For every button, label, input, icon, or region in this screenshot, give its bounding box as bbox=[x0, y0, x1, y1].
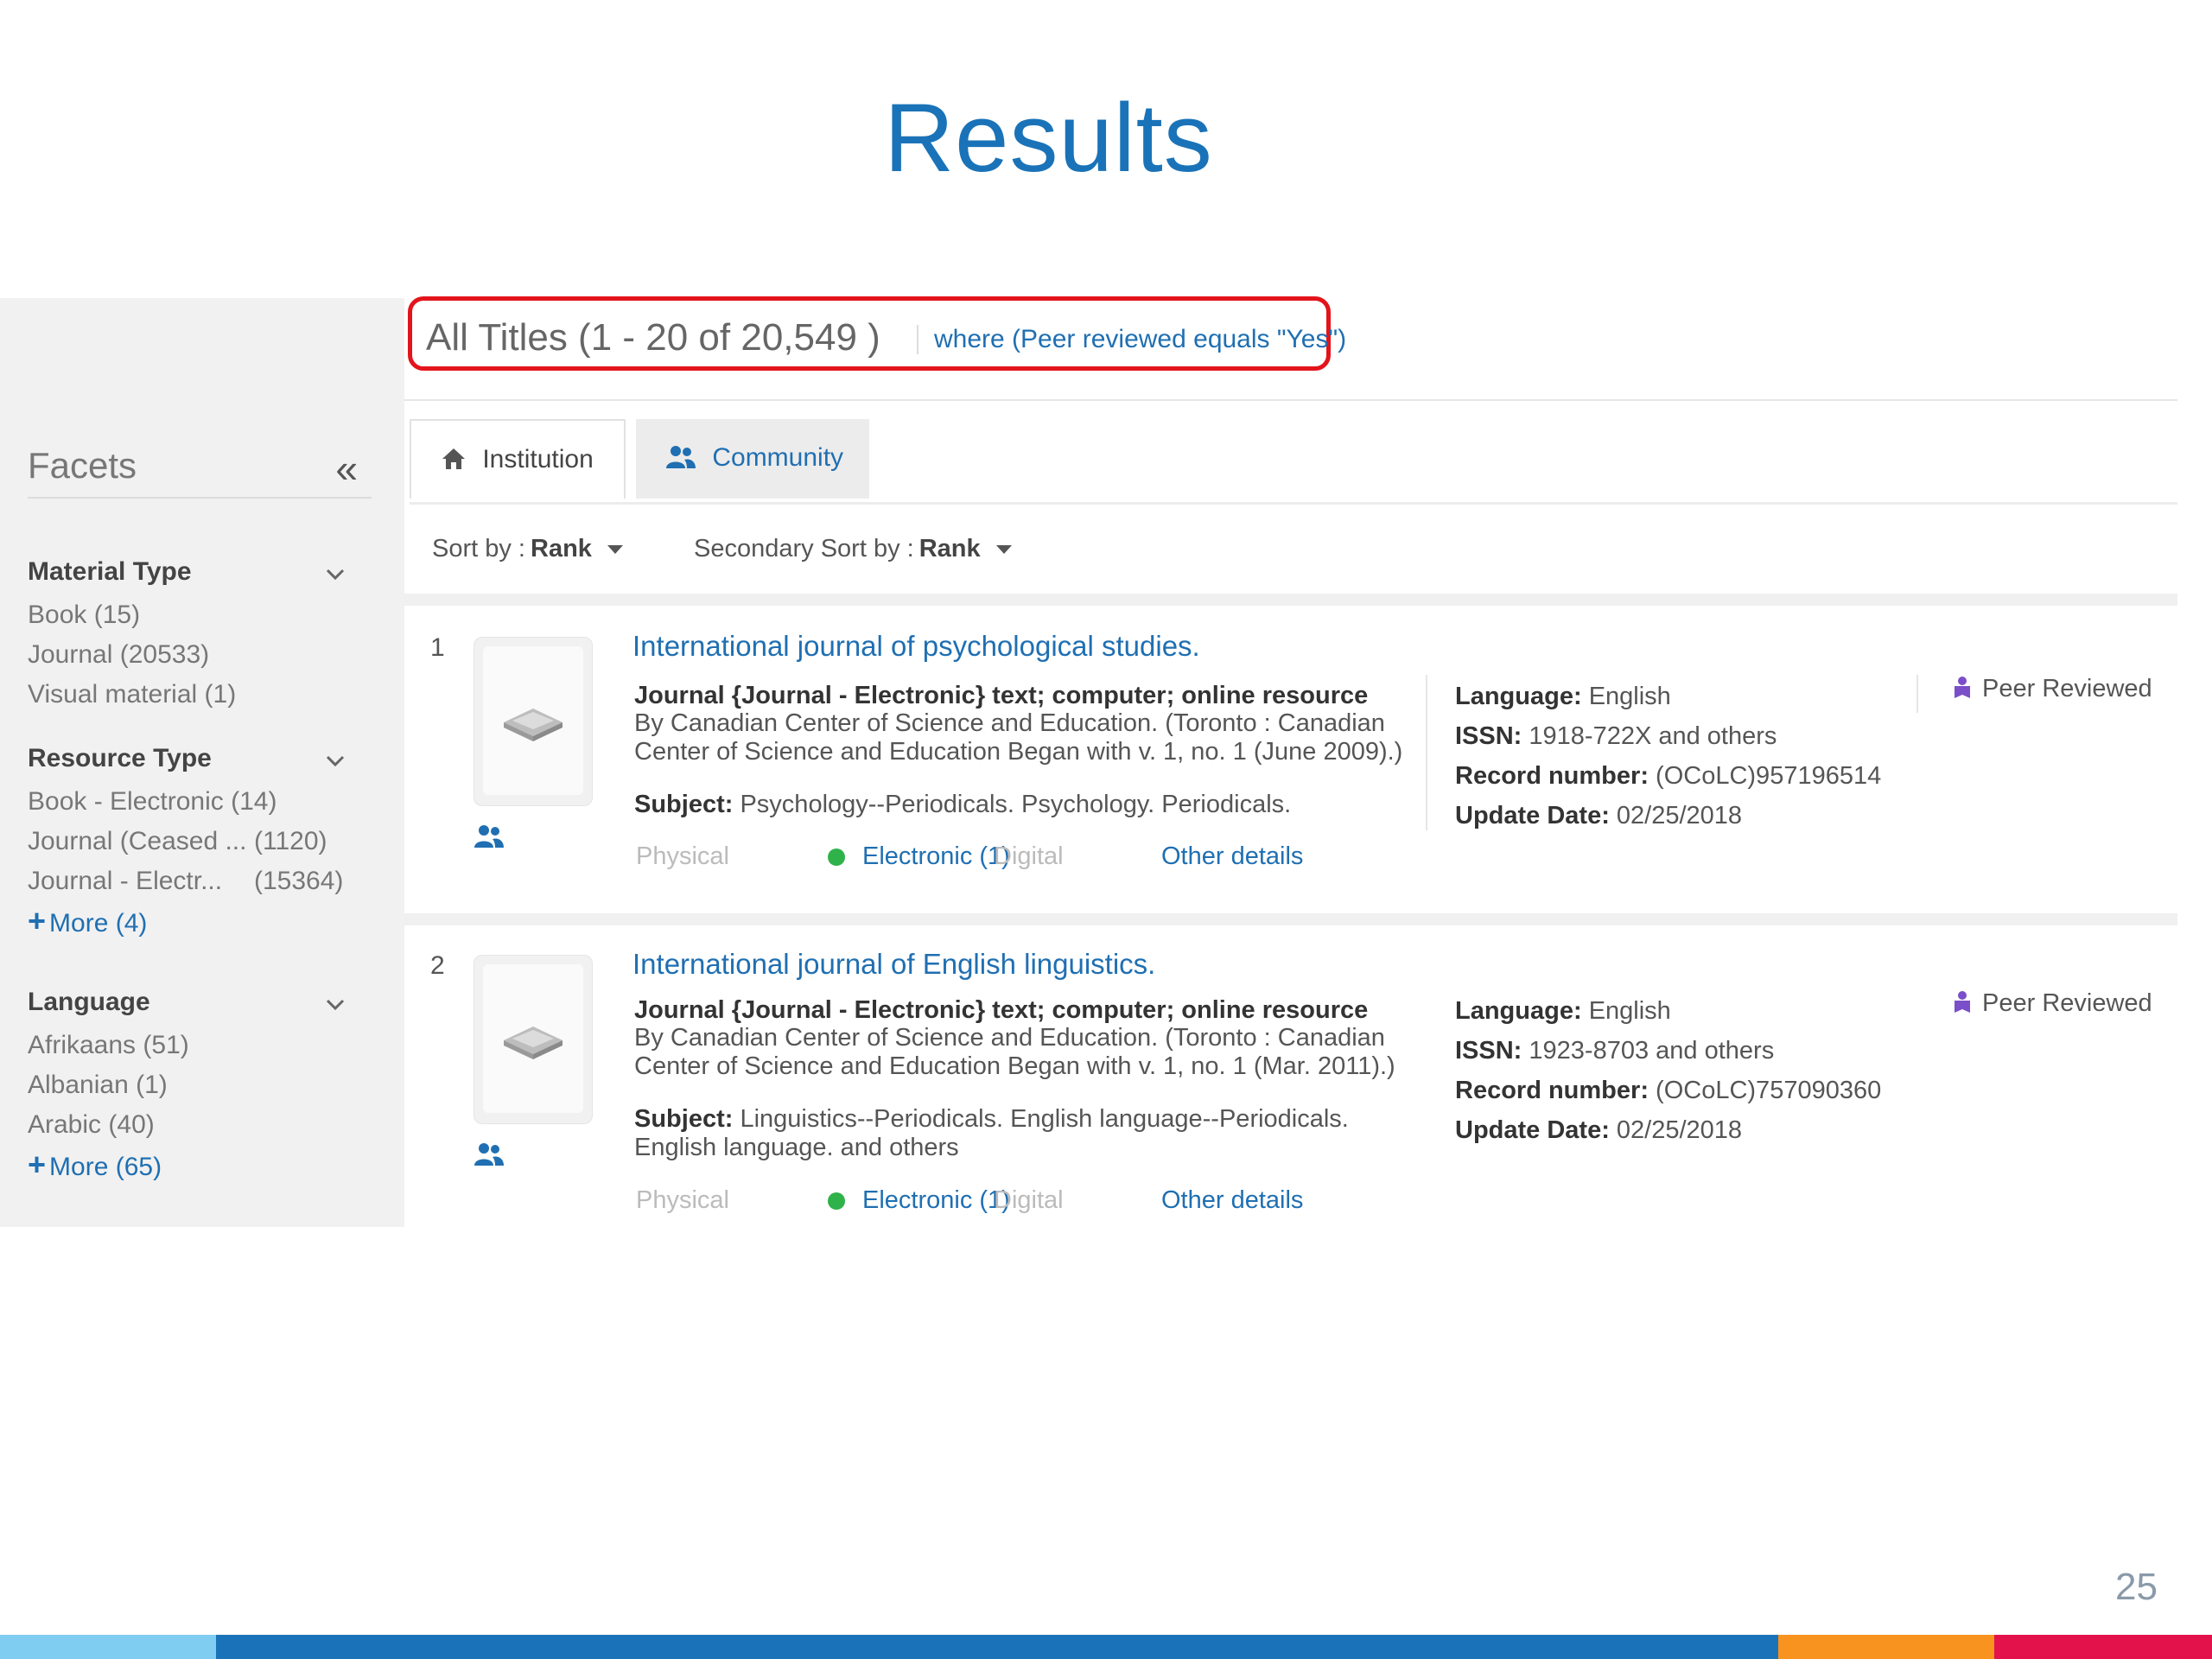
peer-reviewed-icon bbox=[1955, 991, 1970, 1013]
results-main: All Titles (1 - 20 of 20,549 ) where (Pe… bbox=[404, 296, 2177, 1227]
footer-segment bbox=[0, 1635, 216, 1659]
footer-segment bbox=[216, 1635, 1778, 1659]
footer-color-bar bbox=[0, 1635, 2212, 1659]
peer-reviewed-badge: Peer Reviewed bbox=[1953, 675, 2152, 703]
footer-segment bbox=[1994, 1635, 2212, 1659]
users-icon bbox=[666, 446, 696, 468]
result-title-link[interactable]: International journal of English linguis… bbox=[632, 948, 1155, 981]
result-title-link[interactable]: International journal of psychological s… bbox=[632, 630, 1200, 663]
result-subject: Subject: Linguistics--Periodicals. Engli… bbox=[634, 1105, 1349, 1161]
chevron-down-icon[interactable] bbox=[323, 993, 347, 1017]
results-summary-highlight: All Titles (1 - 20 of 20,549 ) where (Pe… bbox=[408, 296, 1346, 371]
result-type: Journal {Journal - Electronic} text; com… bbox=[634, 996, 1369, 1024]
tab-community[interactable]: Community bbox=[636, 419, 869, 499]
result-type: Journal {Journal - Electronic} text; com… bbox=[634, 682, 1369, 709]
facet-group-resource-type: Resource Type Book - Electronic (14) Jou… bbox=[28, 744, 347, 941]
peer-reviewed-badge: Peer Reviewed bbox=[1953, 989, 2152, 1018]
page-number: 25 bbox=[2115, 1566, 2158, 1608]
digital-label: Digital bbox=[994, 1186, 1064, 1214]
facet-header[interactable]: Material Type bbox=[28, 557, 347, 595]
facet-item[interactable]: Arabic (40) bbox=[28, 1105, 347, 1145]
thumbnail[interactable] bbox=[474, 637, 593, 806]
journal-icon bbox=[504, 709, 563, 741]
physical-label: Physical bbox=[636, 1186, 729, 1214]
facets-title: Facets bbox=[28, 445, 137, 486]
footer-segment bbox=[1778, 1635, 1994, 1659]
facet-item[interactable]: Journal (20533) bbox=[28, 635, 347, 675]
peer-reviewed-icon bbox=[1955, 677, 1970, 698]
physical-label: Physical bbox=[636, 842, 729, 870]
facet-header[interactable]: Language bbox=[28, 988, 347, 1026]
digital-label: Digital bbox=[994, 842, 1064, 870]
result-number: 2 bbox=[430, 951, 445, 980]
results-count-title: All Titles (1 - 20 of 20,549 ) bbox=[426, 316, 880, 359]
caret-down-icon bbox=[995, 545, 1012, 555]
divider bbox=[404, 594, 2177, 606]
chevron-down-icon[interactable] bbox=[323, 749, 347, 773]
home-icon bbox=[442, 448, 465, 469]
sort-dropdown[interactable]: Sort by : Rank bbox=[432, 535, 623, 563]
result-publisher: By Canadian Center of Science and Educat… bbox=[634, 709, 1403, 766]
divider bbox=[404, 399, 2177, 401]
facet-item[interactable]: Journal - Electr... (15364) bbox=[28, 861, 347, 901]
facet-header[interactable]: Resource Type bbox=[28, 744, 347, 782]
discovery-screenshot: Facets « Material Type Book (15) Journal… bbox=[0, 296, 2177, 1227]
facet-item[interactable]: Visual material (1) bbox=[28, 675, 347, 715]
users-icon[interactable] bbox=[474, 823, 505, 849]
more-link[interactable]: + More (65) bbox=[28, 1145, 347, 1185]
divider bbox=[1426, 675, 1427, 830]
facet-group-language: Language Afrikaans (51) Albanian (1) Ara… bbox=[28, 988, 347, 1185]
sort-bar: Sort by : Rank Secondary Sort by : Rank bbox=[404, 523, 2177, 583]
facets-sidebar: Facets « Material Type Book (15) Journal… bbox=[0, 298, 404, 1227]
divider bbox=[1916, 675, 1918, 713]
facet-item[interactable]: Journal (Ceased ... (1120) bbox=[28, 822, 347, 861]
facet-group-material-type: Material Type Book (15) Journal (20533) … bbox=[28, 557, 347, 715]
chevron-down-icon[interactable] bbox=[323, 563, 347, 587]
result-item: 2 International journal of English lingu… bbox=[404, 924, 2177, 1235]
tab-institution[interactable]: Institution bbox=[410, 419, 626, 499]
caret-down-icon bbox=[607, 545, 623, 555]
result-subject: Subject: Psychology--Periodicals. Psycho… bbox=[634, 791, 1292, 818]
available-dot-icon bbox=[828, 1192, 845, 1210]
journal-icon bbox=[504, 1027, 563, 1059]
other-details-link[interactable]: Other details bbox=[1161, 1186, 1303, 1215]
users-icon[interactable] bbox=[474, 1141, 505, 1167]
facet-item[interactable]: Afrikaans (51) bbox=[28, 1026, 347, 1065]
filter-link[interactable]: where (Peer reviewed equals "Yes") bbox=[917, 325, 1346, 354]
result-item: 1 International journal of psychological… bbox=[404, 606, 2177, 917]
facets-header: Facets « bbox=[28, 445, 372, 499]
result-number: 1 bbox=[430, 633, 445, 662]
secondary-sort-dropdown[interactable]: Secondary Sort by : Rank bbox=[694, 535, 1012, 563]
result-metadata: Language: English ISSN: 1923-8703 and ot… bbox=[1455, 997, 1882, 1144]
slide-title: Results bbox=[884, 84, 1213, 192]
facet-item[interactable]: Book (15) bbox=[28, 595, 347, 635]
more-link[interactable]: + More (4) bbox=[28, 901, 347, 941]
available-dot-icon bbox=[828, 849, 845, 866]
thumbnail[interactable] bbox=[474, 955, 593, 1124]
facet-item[interactable]: Albanian (1) bbox=[28, 1065, 347, 1105]
double-chevron-left-icon[interactable]: « bbox=[335, 445, 358, 492]
scope-tabs: Institution Community bbox=[410, 419, 2177, 505]
facet-item[interactable]: Book - Electronic (14) bbox=[28, 782, 347, 822]
result-publisher: By Canadian Center of Science and Educat… bbox=[634, 1024, 1395, 1080]
electronic-link[interactable]: Electronic (1) bbox=[828, 1186, 1010, 1215]
electronic-link[interactable]: Electronic (1) bbox=[828, 842, 1010, 871]
other-details-link[interactable]: Other details bbox=[1161, 842, 1303, 871]
result-metadata: Language: English ISSN: 1918-722X and ot… bbox=[1455, 683, 1882, 830]
